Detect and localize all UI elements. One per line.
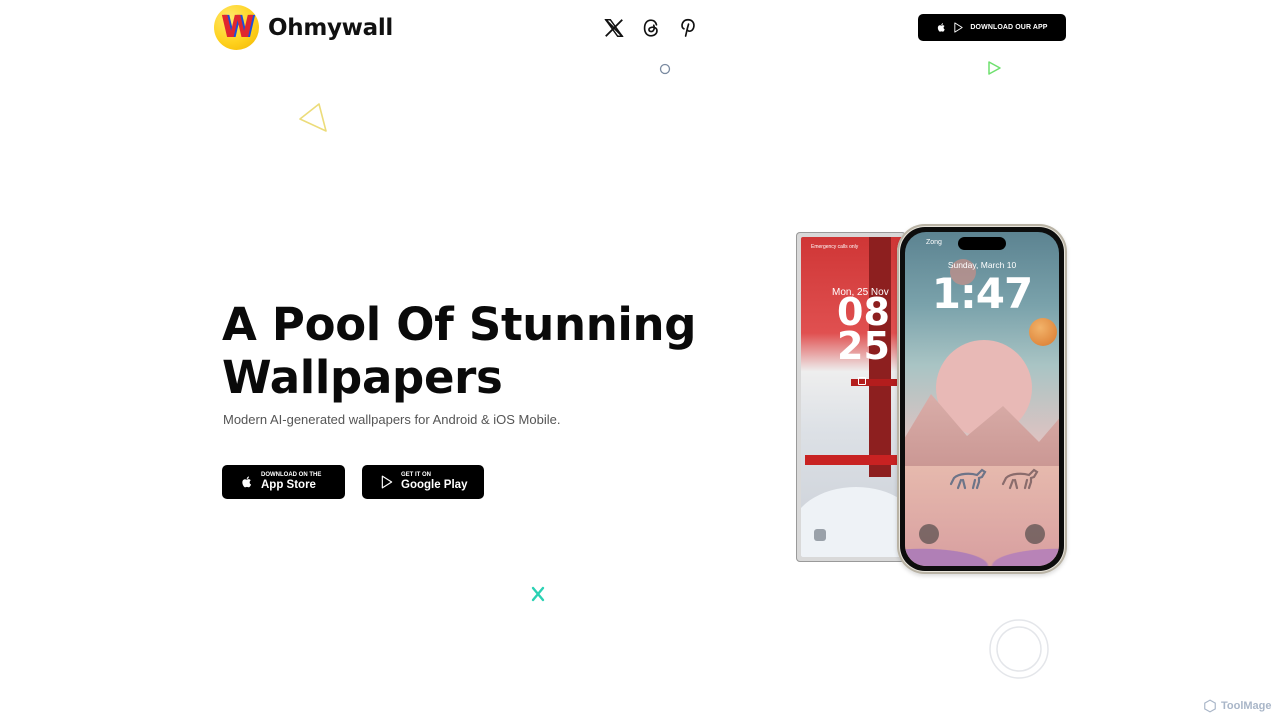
iphone-bezel: Zong Sunday, March 10 1:47 [900, 227, 1064, 571]
wallpaper-cloud [801, 487, 906, 557]
android-clock-minutes: 25 [837, 324, 890, 368]
google-play-big-text: Google Play [401, 479, 468, 492]
android-shortcut-icon [814, 529, 826, 541]
ring-decoration [989, 619, 1049, 679]
hero-title: A Pool Of Stunning Wallpapers [222, 298, 702, 404]
google-play-button[interactable]: GET IT ON Google Play [362, 465, 484, 499]
horse-illustration [1001, 468, 1039, 490]
android-wallpaper: Emergency calls only Mon, 25 Nov 08 25 [801, 237, 906, 557]
logo-icon: W [214, 5, 259, 50]
hero-title-line2: Wallpapers [222, 351, 503, 404]
hero-title-line1: A Pool Of Stunning [222, 298, 697, 351]
cross-decoration [531, 586, 545, 602]
x-icon[interactable] [601, 15, 627, 41]
google-play-icon [381, 475, 393, 489]
hero-subtitle: Modern AI-generated wallpapers for Andro… [223, 412, 561, 427]
dynamic-island [958, 237, 1006, 250]
circle-decoration [659, 63, 671, 75]
wallpaper-ledge [805, 455, 900, 465]
app-store-button[interactable]: DOWNLOAD ON THE App Store [222, 465, 345, 499]
download-app-button[interactable]: DOWNLOAD OUR APP [918, 14, 1066, 41]
triangle-decoration-yellow [299, 103, 327, 132]
threads-icon[interactable] [638, 15, 664, 41]
toolmage-icon [1204, 699, 1216, 713]
logo-link[interactable]: W Ohmywall [214, 5, 393, 50]
iphone-clock: 1:47 [931, 269, 1033, 318]
triangle-decoration-green [988, 61, 1001, 75]
download-app-label: DOWNLOAD OUR APP [970, 24, 1048, 31]
wallpaper-planet [1029, 318, 1057, 346]
logo-letter: W [220, 9, 254, 45]
carrier-name: Zong [926, 239, 942, 246]
iphone-mockup: Zong Sunday, March 10 1:47 [897, 224, 1067, 574]
brand-name: Ohmywall [268, 14, 394, 41]
iphone-wallpaper: Zong Sunday, March 10 1:47 [905, 232, 1059, 566]
lock-icon [858, 377, 866, 385]
pinterest-icon[interactable] [675, 15, 701, 41]
horse-illustration [949, 468, 987, 490]
apple-icon [938, 23, 946, 32]
android-phone-mockup: Emergency calls only Mon, 25 Nov 08 25 [796, 232, 906, 562]
android-status-text: Emergency calls only [811, 244, 859, 250]
camera-icon [1025, 524, 1045, 544]
app-store-small-text: DOWNLOAD ON THE [261, 472, 322, 479]
flashlight-icon [919, 524, 939, 544]
android-clock: 08 25 [837, 293, 890, 368]
google-play-icon [954, 22, 964, 33]
apple-icon [242, 476, 252, 488]
watermark-text: ToolMage [1221, 700, 1272, 712]
watermark: ToolMage [1203, 699, 1272, 713]
app-store-big-text: App Store [261, 479, 316, 492]
google-play-small-text: GET IT ON [401, 472, 431, 479]
